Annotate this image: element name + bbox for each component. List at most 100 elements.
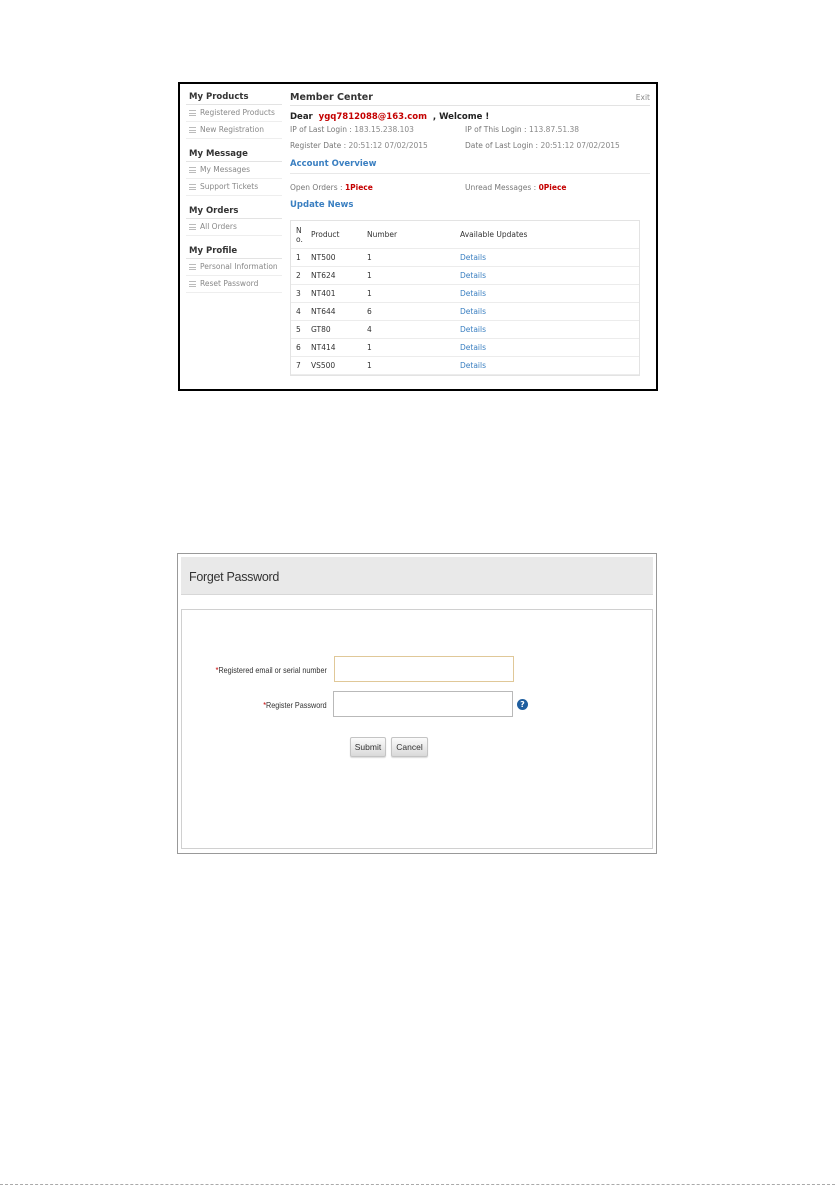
- sidebar-item-label: Personal Information: [200, 262, 278, 271]
- welcome-suffix: , Welcome !: [432, 112, 490, 122]
- forget-password-screenshot: Forget Password *Registered email or ser…: [177, 553, 657, 854]
- forget-password-title: Forget Password: [189, 570, 279, 584]
- account-overview-heading: Account Overview: [290, 159, 650, 174]
- help-icon[interactable]: ?: [517, 699, 528, 710]
- sidebar-item[interactable]: My Messages: [186, 162, 282, 179]
- open-orders: Open Orders : 1Piece: [290, 183, 465, 192]
- unread-messages: Unread Messages : 0Piece: [465, 183, 640, 192]
- sidebar-heading: My Orders: [186, 204, 282, 219]
- cancel-button[interactable]: Cancel: [391, 737, 428, 757]
- update-news-heading: Update News: [290, 200, 354, 210]
- sidebar-item[interactable]: Registered Products: [186, 105, 282, 122]
- details-link[interactable]: Details: [460, 361, 486, 370]
- sidebar-item-label: Registered Products: [200, 108, 275, 117]
- available-updates-cell: Details: [460, 361, 610, 370]
- row-product: NT500: [311, 253, 336, 262]
- member-center-titlebar: Member Center Exit: [290, 90, 650, 106]
- row-count: 1: [367, 343, 372, 352]
- column-header-product: Product: [311, 230, 340, 239]
- ip-info-row: IP of Last Login : 183.15.238.103 IP of …: [290, 125, 650, 135]
- table-row: 2 NT624 1 Details: [291, 267, 639, 285]
- sidebar-item[interactable]: Reset Password: [186, 276, 282, 293]
- table-row: 4 NT644 6 Details: [291, 303, 639, 321]
- available-updates-cell: Details: [460, 253, 610, 262]
- ip-last-login-label: IP of Last Login :: [290, 125, 355, 134]
- sidebar-item-label: Support Tickets: [200, 182, 259, 191]
- unread-messages-value: 0Piece: [538, 183, 567, 192]
- row-product: GT80: [311, 325, 331, 334]
- ip-this-login-label: IP of This Login :: [465, 125, 529, 134]
- register-date-value: 20:51:12 07/02/2015: [348, 141, 428, 150]
- welcome-line: Dear ygq7812088@163.com , Welcome !: [290, 112, 650, 122]
- row-product: VS500: [311, 361, 336, 370]
- list-icon: [189, 110, 196, 116]
- row-number: 1: [296, 253, 301, 262]
- row-count: 1: [367, 253, 372, 262]
- row-number: 2: [296, 271, 301, 280]
- exit-link[interactable]: Exit: [636, 93, 650, 102]
- sidebar-item[interactable]: All Orders: [186, 219, 282, 236]
- sidebar-heading: My Products: [186, 90, 282, 105]
- email-field-label-text: Registered email or serial number: [218, 665, 327, 675]
- member-sidebar: My Products Registered Products New Regist…: [186, 90, 282, 293]
- last-login-date: Date of Last Login : 20:51:12 07/02/2015: [465, 141, 640, 151]
- table-body: 1 NT500 1 Details 2 NT624 1 Details 3 NT401 1 Detai…: [291, 249, 639, 375]
- list-icon: [189, 167, 196, 173]
- details-link[interactable]: Details: [460, 253, 486, 262]
- open-orders-value: 1Piece: [344, 183, 373, 192]
- table-row: 3 NT401 1 Details: [291, 285, 639, 303]
- sidebar-heading: My Message: [186, 147, 282, 162]
- update-news-table: No. Product Number Available Updates 1 NT…: [290, 220, 640, 376]
- sidebar-item-label: My Messages: [200, 165, 251, 174]
- details-link[interactable]: Details: [460, 271, 486, 280]
- row-number: 6: [296, 343, 301, 352]
- forget-password-form: *Registered email or serial number *Regi…: [181, 609, 653, 849]
- password-field-label-text: Register Password: [266, 700, 327, 710]
- ip-last-login-value: 183.15.238.103: [354, 125, 414, 134]
- available-updates-cell: Details: [460, 343, 610, 352]
- row-number: 7: [296, 361, 301, 370]
- row-number: 3: [296, 289, 301, 298]
- page-bottom-divider: [0, 1184, 835, 1185]
- table-row: 6 NT414 1 Details: [291, 339, 639, 357]
- email-or-serial-input[interactable]: [334, 656, 514, 682]
- sidebar-item[interactable]: Support Tickets: [186, 179, 282, 196]
- submit-button[interactable]: Submit: [350, 737, 386, 757]
- register-date: Register Date : 20:51:12 07/02/2015: [290, 141, 465, 151]
- sidebar-item-label: All Orders: [200, 222, 237, 231]
- register-password-input[interactable]: [333, 691, 513, 717]
- column-header-no: No.: [296, 225, 303, 244]
- member-center-title: Member Center: [290, 92, 373, 103]
- column-header-number: Number: [367, 230, 398, 239]
- forget-password-header: Forget Password: [181, 557, 653, 595]
- details-link[interactable]: Details: [460, 307, 486, 316]
- row-count: 6: [367, 307, 372, 316]
- list-icon: [189, 281, 196, 287]
- sidebar-item[interactable]: Personal Information: [186, 259, 282, 276]
- list-icon: [189, 184, 196, 190]
- list-icon: [189, 127, 196, 133]
- details-link[interactable]: Details: [460, 343, 486, 352]
- sidebar-item[interactable]: New Registration: [186, 122, 282, 139]
- row-product: NT624: [311, 271, 336, 280]
- ip-this-login: IP of This Login : 113.87.51.38: [465, 125, 640, 135]
- member-center-main: Member Center Exit Dear ygq7812088@163.c…: [290, 90, 650, 376]
- details-link[interactable]: Details: [460, 289, 486, 298]
- available-updates-cell: Details: [460, 307, 610, 316]
- details-link[interactable]: Details: [460, 325, 486, 334]
- table-row: 5 GT80 4 Details: [291, 321, 639, 339]
- list-icon: [189, 224, 196, 230]
- row-product: NT401: [311, 289, 336, 298]
- row-count: 1: [367, 289, 372, 298]
- ip-last-login: IP of Last Login : 183.15.238.103: [290, 125, 465, 135]
- last-login-date-label: Date of Last Login :: [465, 141, 541, 150]
- available-updates-cell: Details: [460, 271, 610, 280]
- email-field-label: *Registered email or serial number: [216, 665, 327, 675]
- row-count: 1: [367, 271, 372, 280]
- member-center-screenshot: My Products Registered Products New Regist…: [178, 82, 658, 391]
- unread-messages-label: Unread Messages :: [465, 183, 539, 192]
- column-header-available-updates: Available Updates: [460, 230, 528, 239]
- list-icon: [189, 264, 196, 270]
- sidebar-item-label: Reset Password: [200, 279, 259, 288]
